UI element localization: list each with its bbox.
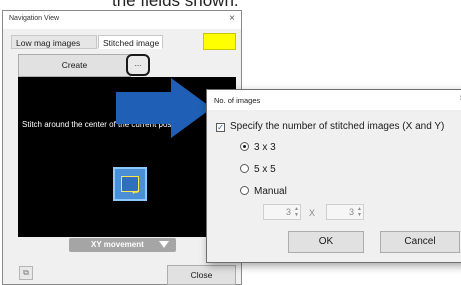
chevron-down-icon xyxy=(159,241,169,248)
times-label: X xyxy=(309,208,316,218)
cancel-button[interactable]: Cancel xyxy=(380,231,460,253)
manual-x-stepper[interactable]: 3 ▲ ▼ xyxy=(263,204,301,220)
radio-button[interactable] xyxy=(240,142,249,151)
pin-icon[interactable]: ⧉ xyxy=(19,266,33,280)
radio-label: 5 x 5 xyxy=(254,164,276,175)
specify-checkbox[interactable]: ✓ xyxy=(216,123,225,132)
tab-low-mag-images[interactable]: Low mag images xyxy=(11,35,97,49)
radio-3x3[interactable]: 3 x 3 xyxy=(240,141,276,153)
xy-movement-label: XY movement xyxy=(91,240,144,249)
specify-checkbox-row[interactable]: ✓ Specify the number of stitched images (… xyxy=(216,121,444,132)
nav-window-title: Navigation View xyxy=(9,15,60,22)
ok-button[interactable]: OK xyxy=(288,231,364,253)
dialog-titlebar: No. of images × xyxy=(207,90,461,110)
stitch-thumbnail-icon: ↩ xyxy=(113,167,147,201)
specify-label: Specify the number of stitched images (X… xyxy=(230,121,445,132)
radio-button[interactable] xyxy=(240,164,249,173)
no-of-images-dialog: No. of images × ✓ Specify the number of s… xyxy=(206,89,461,263)
nav-titlebar: Navigation View × xyxy=(3,11,241,29)
color-swatch[interactable] xyxy=(203,33,236,50)
ellipsis-button[interactable]: ... xyxy=(126,54,150,76)
close-icon[interactable]: × xyxy=(229,13,235,24)
arrow-left-icon: ↩ xyxy=(132,188,139,197)
radio-5x5[interactable]: 5 x 5 xyxy=(240,163,276,175)
thumbnail-frame: ↩ xyxy=(121,176,139,197)
spin-arrows-icon[interactable]: ▲ ▼ xyxy=(294,206,299,218)
manual-y-value: 3 xyxy=(348,207,354,217)
radio-manual[interactable]: Manual xyxy=(240,185,287,197)
spin-arrows-icon[interactable]: ▲ ▼ xyxy=(357,206,362,218)
tab-stitched-image[interactable]: Stitched image xyxy=(98,35,163,49)
radio-label: 3 x 3 xyxy=(254,142,276,153)
close-button[interactable]: Close xyxy=(167,265,236,285)
arrow-right-icon xyxy=(116,78,212,138)
dialog-title: No. of images xyxy=(214,96,261,105)
manual-x-value: 3 xyxy=(285,207,291,217)
manual-y-stepper[interactable]: 3 ▲ ▼ xyxy=(326,204,364,220)
radio-label: Manual xyxy=(254,186,287,197)
xy-movement-button[interactable]: XY movement xyxy=(69,238,176,252)
create-button[interactable]: Create xyxy=(18,54,131,77)
radio-button[interactable] xyxy=(240,186,249,195)
